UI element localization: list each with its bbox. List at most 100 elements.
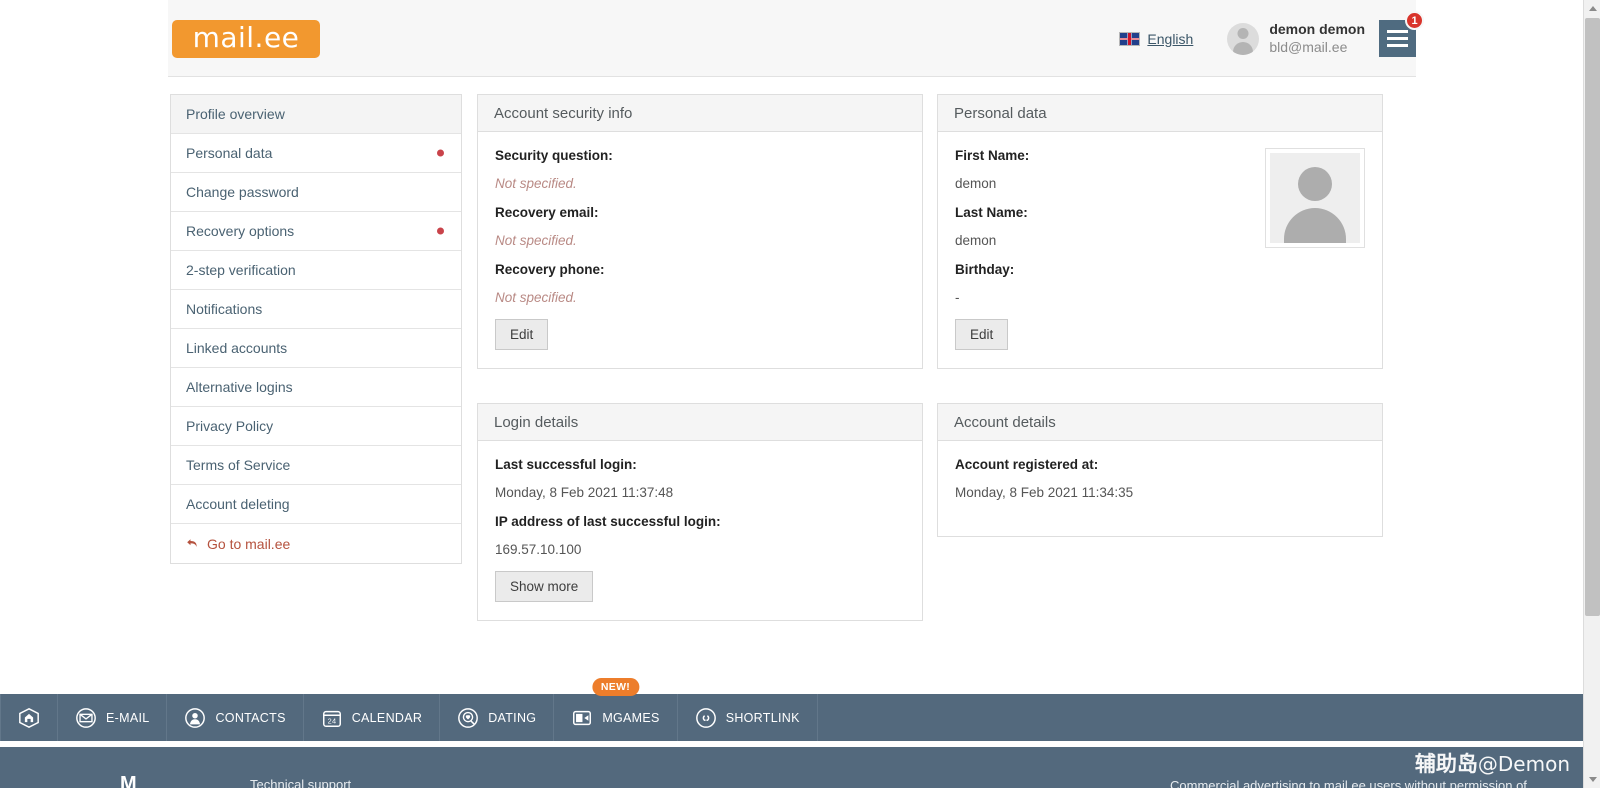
sidebar-item-notifications[interactable]: Notifications — [171, 290, 461, 329]
panel-account-security: Account security info Security question:… — [477, 94, 923, 369]
bottom-nav-item-contacts[interactable]: CONTACTS — [167, 694, 304, 741]
site-footer: M Technical support Commercial advertisi… — [0, 747, 1583, 788]
notification-badge: 1 — [1405, 11, 1424, 30]
security-edit-button[interactable]: Edit — [495, 319, 549, 350]
field-value: Not specified. — [495, 233, 577, 248]
site-header: mail.ee English demon demon bld@mail.ee — [168, 0, 1424, 77]
bottom-nav-label: CALENDAR — [351, 710, 423, 725]
bottom-nav-label: DATING — [488, 710, 537, 725]
bottom-nav-label: SHORTLINK — [725, 710, 800, 725]
field-value: 169.57.10.100 — [495, 542, 582, 557]
panel-login-details: Login details Last successful login: Mond… — [477, 403, 923, 621]
language-label[interactable]: English — [1147, 31, 1193, 47]
sidebar-item-label: Recovery options — [186, 223, 295, 239]
panel-title: Account security info — [478, 95, 922, 132]
profile-sidebar: Profile overview Personal data Change pass… — [170, 94, 462, 564]
bottom-nav-item-home[interactable] — [0, 694, 58, 741]
field-label: IP address of last successful login: — [495, 514, 721, 529]
page-root: mail.ee English demon demon bld@mail.ee — [0, 0, 1600, 788]
sidebar-item-privacy-policy[interactable]: Privacy Policy — [171, 407, 461, 446]
sidebar-item-linked-accounts[interactable]: Linked accounts — [171, 329, 461, 368]
user-account-block[interactable]: demon demon bld@mail.ee — [1227, 21, 1365, 56]
field-value: Monday, 8 Feb 2021 11:37:48 — [495, 485, 674, 500]
personal-edit-button[interactable]: Edit — [955, 319, 1009, 350]
attention-dot-icon — [437, 227, 444, 235]
attention-dot-icon — [437, 149, 444, 157]
sidebar-item-2-step-verification[interactable]: 2-step verification — [171, 251, 461, 290]
user-avatar-icon — [1227, 22, 1260, 55]
panel-body: First Name: demon Last Name: demon Birthday:… — [938, 132, 1382, 368]
panel-title: Login details — [478, 404, 922, 441]
watermark-handle: @Demon — [1477, 752, 1570, 776]
vertical-scrollbar[interactable] — [1583, 0, 1600, 788]
panel-title: Account details — [938, 404, 1382, 441]
sidebar-item-alternative-logins[interactable]: Alternative logins — [171, 368, 461, 407]
panel-title: Personal data — [938, 95, 1382, 132]
bottom-nav-item-shortlink[interactable]: SHORTLINK — [678, 694, 818, 741]
user-texts: demon demon bld@mail.ee — [1269, 21, 1365, 56]
bottom-app-nav: E-MAIL CONTACTS 24 CALENDAR DATING MGAMES NEW!… — [0, 678, 1583, 741]
scroll-up-arrow-icon[interactable] — [1584, 0, 1600, 17]
sidebar-item-label: Terms of Service — [186, 457, 291, 473]
bottom-nav-item-dating[interactable]: DATING — [440, 694, 555, 741]
bottom-nav-item-e-mail[interactable]: E-MAIL — [58, 694, 168, 741]
scroll-down-arrow-icon[interactable] — [1584, 771, 1600, 788]
show-more-button[interactable]: Show more — [495, 571, 594, 602]
profile-photo-placeholder-icon[interactable] — [1265, 148, 1365, 248]
panel-personal-data: Personal data First Name: demon Last Name:… — [937, 94, 1383, 369]
sidebar-item-label: 2-step verification — [186, 262, 296, 278]
sidebar-item-go-to-mailee[interactable]: Go to mail.ee — [171, 524, 461, 563]
menu-button-wrap: 1 — [1379, 11, 1424, 57]
sidebar-item-label: Privacy Policy — [186, 418, 274, 434]
sidebar-item-personal-data[interactable]: Personal data — [171, 134, 461, 173]
footer-logo: M — [120, 773, 137, 788]
bottom-nav-label: CONTACTS — [215, 710, 286, 725]
calendar-icon: 24 — [321, 707, 343, 729]
user-name: demon demon — [1269, 21, 1365, 37]
envelope-icon — [75, 707, 97, 729]
uk-flag-icon — [1119, 31, 1141, 46]
shortlink-icon — [695, 707, 717, 729]
sidebar-item-label: Notifications — [186, 301, 263, 317]
sidebar-item-recovery-options[interactable]: Recovery options — [171, 212, 461, 251]
watermark-cjk: 辅助岛 — [1414, 752, 1478, 776]
sidebar-item-label: Personal data — [186, 145, 273, 161]
field-label: Last successful login: — [495, 457, 637, 472]
burger-line — [1387, 30, 1408, 33]
field-label: Security question: — [495, 148, 613, 163]
sidebar-item-change-password[interactable]: Change password — [171, 173, 461, 212]
svg-text:24: 24 — [327, 716, 336, 725]
mailee-logo[interactable]: mail.ee — [172, 20, 320, 58]
home-icon — [18, 707, 40, 729]
burger-line — [1387, 44, 1408, 47]
field-value: Not specified. — [495, 290, 577, 305]
bottom-nav-item-calendar[interactable]: 24 CALENDAR — [304, 694, 441, 741]
field-value: Monday, 8 Feb 2021 11:34:35 — [955, 485, 1134, 500]
sidebar-item-account-deleting[interactable]: Account deleting — [171, 485, 461, 524]
field-label: Birthday: — [955, 262, 1015, 277]
field-label: Recovery email: — [495, 205, 599, 220]
scrollbar-thumb[interactable] — [1585, 18, 1600, 616]
burger-line — [1387, 37, 1408, 40]
sidebar-item-label: Alternative logins — [186, 379, 293, 395]
sidebar-item-label: Account deleting — [186, 496, 290, 512]
watermark: 辅助岛@Demon — [1415, 748, 1570, 778]
profile-photo-inner — [1270, 153, 1360, 243]
sidebar-item-profile-overview[interactable]: Profile overview — [171, 95, 461, 134]
footer-support-link[interactable]: Technical support — [250, 777, 351, 788]
sidebar-item-terms-of-service[interactable]: Terms of Service — [171, 446, 461, 485]
dating-icon — [457, 707, 479, 729]
new-badge: NEW! — [591, 678, 640, 696]
logo-text: mail.ee — [192, 20, 300, 54]
panel-body: Account registered at: Monday, 8 Feb 2021… — [938, 441, 1382, 536]
footer-note: Commercial advertising to mail.ee users … — [1170, 778, 1527, 788]
field-label: Recovery phone: — [495, 262, 605, 277]
games-icon — [571, 707, 593, 729]
panel-account-details: Account details Account registered at: Mo… — [937, 403, 1383, 537]
panel-body: Last successful login: Monday, 8 Feb 2021… — [478, 441, 922, 620]
bottom-nav-item-mgames[interactable]: MGAMES NEW! — [554, 678, 678, 741]
language-switcher[interactable]: English — [1119, 31, 1193, 47]
panel-body: Security question: Not specified. Recovery… — [478, 132, 922, 368]
sidebar-go-label: Go to mail.ee — [207, 535, 291, 552]
sidebar-item-label: Linked accounts — [186, 340, 288, 356]
